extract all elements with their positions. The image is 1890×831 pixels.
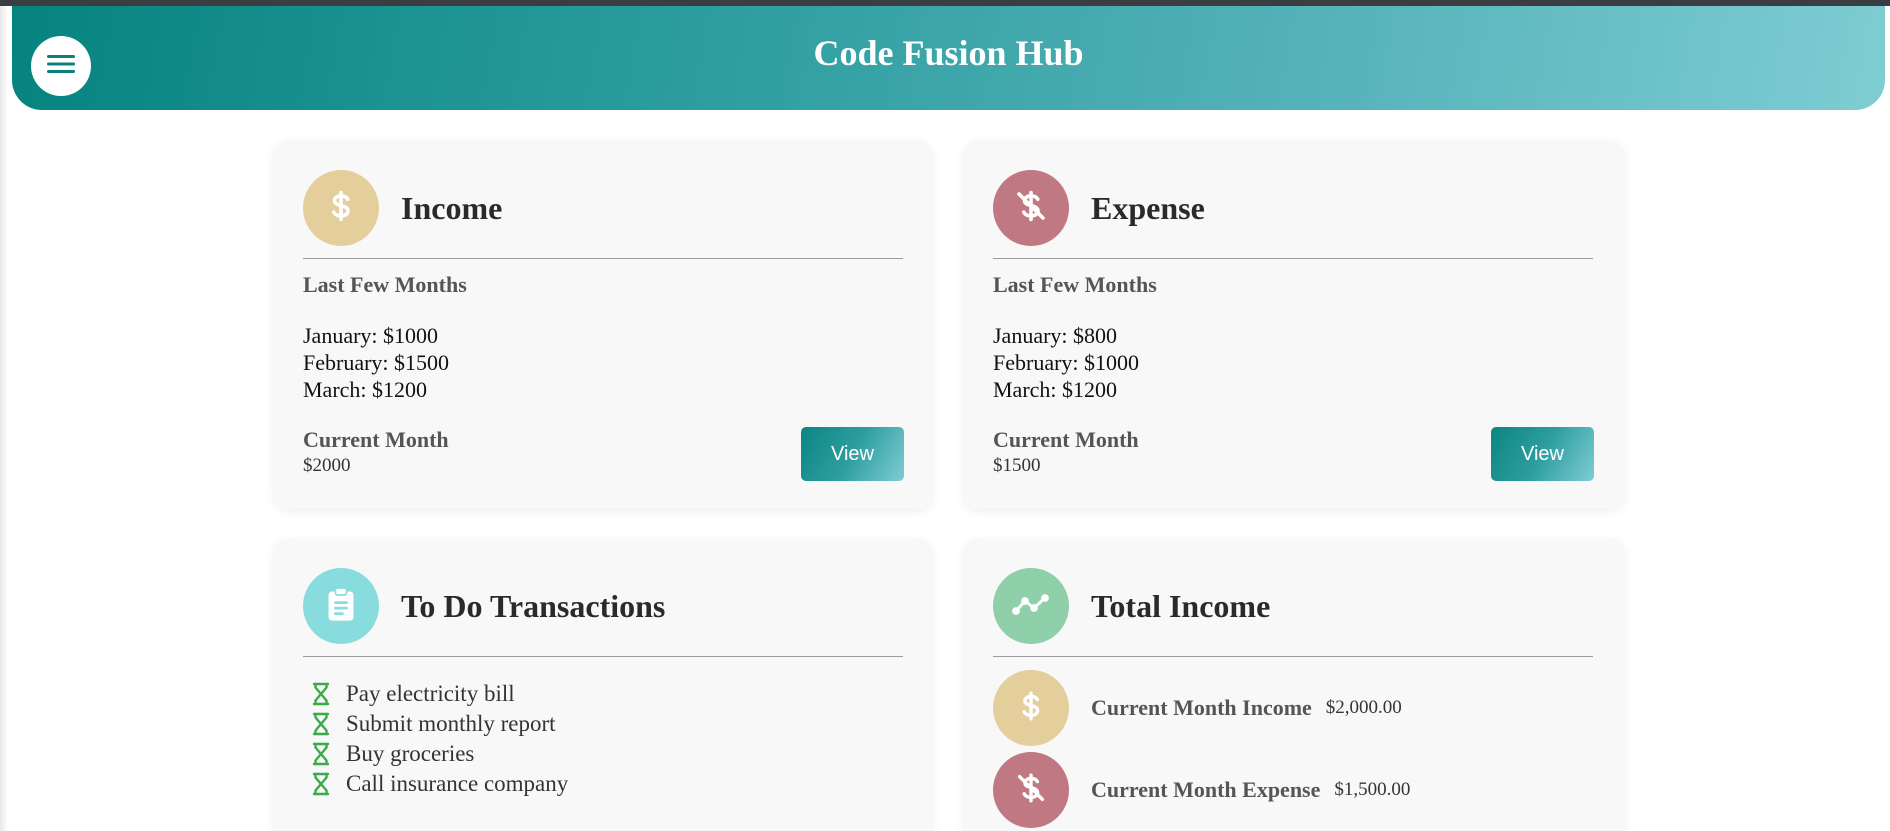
total-income-card: Total Income Current Month Income $2,000… bbox=[964, 539, 1624, 831]
todo-card-title: To Do Transactions bbox=[401, 587, 666, 624]
income-current-label: Current Month bbox=[303, 427, 449, 452]
income-month-item: February: $1500 bbox=[303, 350, 450, 375]
expense-card-header: Expense bbox=[993, 170, 1205, 246]
expense-card: Expense Last Few Months January: $800 Fe… bbox=[964, 141, 1624, 509]
trend-line-icon bbox=[1012, 592, 1050, 621]
expense-current-value: $1500 bbox=[993, 455, 1041, 476]
todo-item-label: Call insurance company bbox=[346, 771, 569, 796]
expense-card-title: Expense bbox=[1091, 189, 1205, 226]
expense-icon-circle bbox=[993, 170, 1069, 246]
income-icon-circle bbox=[993, 670, 1069, 746]
income-icon-circle bbox=[303, 170, 379, 246]
page-left-shadow bbox=[0, 6, 8, 831]
todo-item[interactable]: Submit monthly report bbox=[312, 709, 568, 739]
expense-view-button[interactable]: View bbox=[1491, 427, 1594, 481]
current-month-expense-label: Current Month Expense bbox=[1091, 777, 1321, 802]
current-month-expense-row: Current Month Expense $1,500.00 bbox=[993, 752, 1410, 828]
income-month-item: March: $1200 bbox=[303, 377, 428, 402]
app-title: Code Fusion Hub bbox=[813, 33, 1084, 73]
dollar-off-icon bbox=[1013, 188, 1049, 229]
income-subtitle: Last Few Months bbox=[303, 272, 467, 297]
income-months-list: January: $1000 February: $1500 March: $1… bbox=[303, 322, 449, 403]
expense-months-list: January: $800 February: $1000 March: $12… bbox=[993, 322, 1139, 403]
current-month-expense-value: $1,500.00 bbox=[1334, 779, 1411, 800]
todo-item-label: Pay electricity bill bbox=[346, 681, 515, 706]
income-card-title: Income bbox=[401, 189, 503, 226]
current-month-income-value: $2,000.00 bbox=[1325, 697, 1402, 718]
app-header: Code Fusion Hub bbox=[12, 6, 1885, 110]
income-current-value: $2000 bbox=[303, 455, 351, 476]
todo-card-header: To Do Transactions bbox=[303, 568, 665, 644]
todo-item[interactable]: Call insurance company bbox=[312, 769, 568, 799]
todo-item-label: Submit monthly report bbox=[346, 711, 556, 736]
total-icon-circle bbox=[993, 568, 1069, 644]
total-card-divider bbox=[993, 656, 1593, 657]
clipboard-icon bbox=[324, 586, 358, 627]
todo-list: Pay electricity bill Submit monthly repo… bbox=[312, 679, 568, 799]
dollar-icon bbox=[323, 188, 359, 229]
total-card-header: Total Income bbox=[993, 568, 1270, 644]
current-month-income-row: Current Month Income $2,000.00 bbox=[993, 670, 1402, 746]
income-card: Income Last Few Months January: $1000 Fe… bbox=[274, 141, 932, 509]
hourglass-icon bbox=[312, 772, 332, 796]
todo-item[interactable]: Pay electricity bill bbox=[312, 679, 568, 709]
todo-item[interactable]: Buy groceries bbox=[312, 739, 568, 769]
expense-icon-circle bbox=[993, 752, 1069, 828]
hourglass-icon bbox=[312, 742, 332, 766]
expense-current-label: Current Month bbox=[993, 427, 1139, 452]
expense-month-item: February: $1000 bbox=[993, 350, 1140, 375]
income-month-item: January: $1000 bbox=[303, 323, 439, 348]
income-card-header: Income bbox=[303, 170, 502, 246]
total-card-title: Total Income bbox=[1091, 587, 1271, 624]
todo-icon-circle bbox=[303, 568, 379, 644]
expense-month-item: March: $1200 bbox=[993, 377, 1118, 402]
expense-subtitle: Last Few Months bbox=[993, 272, 1157, 297]
todo-card: To Do Transactions Pay electricity bill … bbox=[274, 539, 932, 831]
income-view-button[interactable]: View bbox=[801, 427, 904, 481]
hourglass-icon bbox=[312, 682, 332, 706]
current-month-income-label: Current Month Income bbox=[1091, 695, 1312, 720]
expense-month-item: January: $800 bbox=[993, 323, 1118, 348]
todo-item-label: Buy groceries bbox=[346, 741, 475, 766]
dollar-off-icon bbox=[1014, 771, 1048, 810]
expense-card-divider bbox=[993, 258, 1593, 259]
dollar-icon bbox=[1014, 689, 1048, 728]
todo-card-divider bbox=[303, 656, 903, 657]
income-card-divider bbox=[303, 258, 903, 259]
hourglass-icon bbox=[312, 712, 332, 736]
